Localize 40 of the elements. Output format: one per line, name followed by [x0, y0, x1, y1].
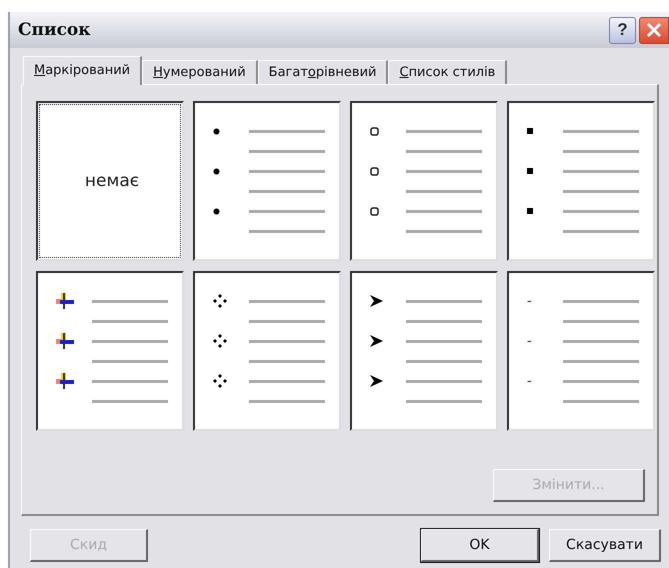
bullet-style-option[interactable] [350, 271, 498, 431]
arrowhead-bullet-icon [370, 335, 383, 347]
arrowhead-bullet-icon [370, 375, 383, 387]
dialog-button[interactable]: OK [421, 529, 539, 562]
square-bullet-icon [527, 168, 533, 174]
arrowhead-bullet-icon [370, 295, 383, 307]
bullet-style-option[interactable] [193, 271, 341, 431]
diamonds-bullet-icon [213, 374, 227, 388]
bullet-style-option[interactable] [193, 101, 341, 261]
dot-bullet-icon [213, 128, 220, 134]
circle-bullet-icon [370, 126, 379, 136]
dash-bullet: - [527, 334, 532, 348]
close-button[interactable] [639, 16, 669, 44]
dot-bullet-icon [213, 168, 220, 174]
bullet-style-option[interactable] [350, 101, 498, 261]
square-bullet-icon [527, 128, 533, 134]
dash-bullet: - [527, 374, 532, 388]
close-icon [646, 22, 662, 38]
window-title: Список [18, 20, 91, 40]
plus-bullet-icon [56, 293, 74, 309]
none-label: немає [84, 171, 140, 191]
plus-bullet-icon [56, 333, 74, 349]
circle-bullet-icon [370, 166, 379, 176]
square-bullet-icon [527, 208, 533, 214]
bullet-style-option[interactable] [36, 271, 184, 431]
tab[interactable]: Маркірований [23, 56, 142, 85]
bullet-style-option[interactable]: - - - [507, 271, 655, 431]
dialog-button[interactable]: Скасувати [549, 529, 661, 562]
plus-bullet-icon [56, 373, 74, 389]
diamonds-bullet-icon [213, 294, 227, 308]
tab[interactable]: Нумерований [142, 60, 258, 84]
dash-bullet: - [527, 294, 532, 308]
help-button[interactable]: ? [609, 16, 636, 44]
dot-bullet-icon [213, 208, 220, 214]
tab[interactable]: Багаторівневий [258, 60, 388, 84]
bullet-style-option[interactable]: немає [36, 101, 184, 261]
diamonds-bullet-icon [213, 334, 227, 348]
circle-bullet-icon [370, 206, 379, 216]
tab[interactable]: Список стилів [388, 60, 508, 84]
bullet-style-option[interactable] [507, 101, 655, 261]
